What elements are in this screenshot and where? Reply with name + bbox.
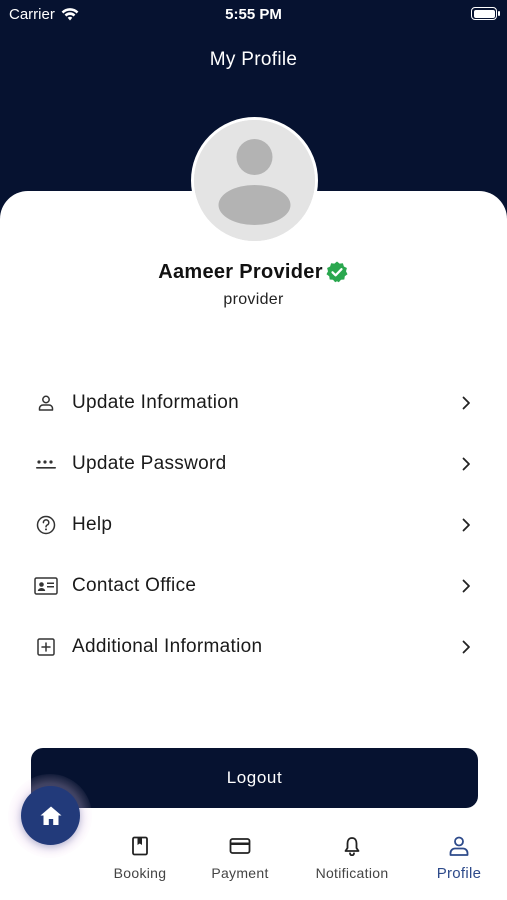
menu-item-help[interactable]: Help [0,494,507,555]
profile-name: Aameer Provider [158,260,323,283]
chevron-right-icon [459,579,473,593]
menu-item-label: Contact Office [72,574,197,596]
book-icon [128,834,152,858]
bell-icon [340,834,364,858]
tab-label: Profile [436,865,482,882]
tab-label: Booking [113,865,167,881]
user-outline-icon [34,391,58,415]
profile-menu: Update Information Update Password Help … [0,372,507,677]
status-time: 5:55 PM [225,6,282,23]
home-icon [40,806,61,825]
plus-square-icon [34,635,58,659]
menu-item-label: Update Information [72,391,239,413]
menu-item-additional-information[interactable]: Additional Information [0,616,507,677]
menu-item-label: Additional Information [72,635,263,657]
battery-icon [471,7,500,20]
menu-item-update-information[interactable]: Update Information [0,372,507,433]
password-dots-icon [34,452,58,476]
page-title: My Profile [209,49,298,70]
chevron-right-icon [459,518,473,532]
tab-payment[interactable]: Payment [190,834,290,881]
card-icon [228,834,252,858]
menu-item-label: Update Password [72,452,227,474]
tab-label: Notification [315,865,389,881]
menu-item-label: Help [72,513,113,535]
profile-name-row: Aameer Provider [0,260,507,284]
chevron-right-icon [459,640,473,654]
menu-item-update-password[interactable]: Update Password [0,433,507,494]
help-circle-icon [34,513,58,537]
profile-role: provider [223,291,284,308]
contact-card-icon [34,574,58,598]
tab-booking[interactable]: Booking [90,834,190,881]
status-bar: Carrier 5:55 PM [0,0,507,30]
tab-label: Payment [211,865,269,881]
avatar[interactable] [191,117,318,244]
avatar-placeholder-icon [194,120,315,241]
verified-badge-icon [325,260,349,284]
chevron-right-icon [459,396,473,410]
menu-item-contact-office[interactable]: Contact Office [0,555,507,616]
logout-button[interactable]: Logout [31,748,478,808]
person-icon [447,834,471,858]
tab-profile[interactable]: Profile [409,834,507,882]
home-button[interactable] [21,786,80,845]
tab-notification[interactable]: Notification [302,834,402,881]
chevron-right-icon [459,457,473,471]
